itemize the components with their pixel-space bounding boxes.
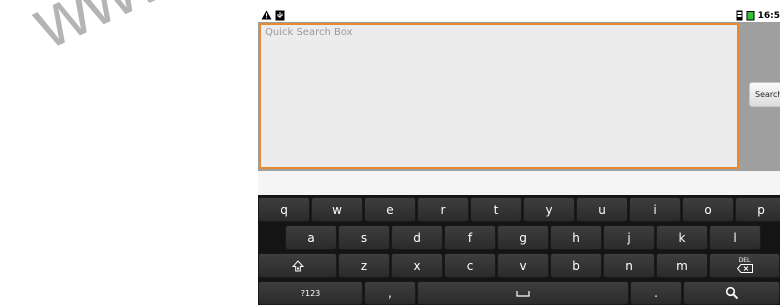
key-k[interactable]: k: [656, 225, 708, 250]
search-button[interactable]: Search: [749, 82, 780, 107]
key-o[interactable]: o: [682, 197, 734, 222]
search-area: [258, 22, 780, 171]
key-n[interactable]: n: [603, 253, 655, 278]
key-z[interactable]: z: [338, 253, 390, 278]
key-q[interactable]: q: [258, 197, 310, 222]
key-d[interactable]: d: [391, 225, 443, 250]
key-e[interactable]: e: [364, 197, 416, 222]
search-key[interactable]: [683, 281, 780, 305]
shift-key[interactable]: [258, 253, 337, 278]
key-m[interactable]: m: [656, 253, 708, 278]
key-j[interactable]: j: [603, 225, 655, 250]
key-u[interactable]: u: [576, 197, 628, 222]
comma-key[interactable]: ,: [364, 281, 416, 305]
key-a[interactable]: a: [285, 225, 337, 250]
shift-icon: [291, 259, 304, 272]
battery-icon: [746, 10, 755, 21]
quick-search-box[interactable]: [259, 23, 739, 169]
key-i[interactable]: i: [629, 197, 681, 222]
delete-key[interactable]: DEL: [709, 253, 780, 278]
status-bar: 16:5: [258, 9, 780, 22]
usb-icon: [275, 10, 285, 21]
key-t[interactable]: t: [470, 197, 522, 222]
key-g[interactable]: g: [497, 225, 549, 250]
key-x[interactable]: x: [391, 253, 443, 278]
watermark: www.w: [20, 0, 250, 65]
key-p[interactable]: p: [735, 197, 780, 222]
key-c[interactable]: c: [444, 253, 496, 278]
key-h[interactable]: h: [550, 225, 602, 250]
key-y[interactable]: y: [523, 197, 575, 222]
symbols-key[interactable]: ?123: [258, 281, 363, 305]
key-f[interactable]: f: [444, 225, 496, 250]
key-l[interactable]: l: [709, 225, 761, 250]
sim-icon: [736, 10, 743, 21]
soft-keyboard: q w e r t y u i o p a s d f g h j k l z …: [258, 195, 780, 305]
search-input[interactable]: [261, 25, 737, 167]
backspace-icon: [736, 264, 753, 273]
status-time: 16:5: [757, 10, 780, 21]
device-screen: 16:5 Search q w e r t y u i o p a s d f …: [258, 9, 780, 305]
key-w[interactable]: w: [311, 197, 363, 222]
space-key[interactable]: [417, 281, 629, 305]
key-s[interactable]: s: [338, 225, 390, 250]
key-v[interactable]: v: [497, 253, 549, 278]
warning-icon: [261, 10, 272, 21]
key-r[interactable]: r: [417, 197, 469, 222]
search-icon: [725, 286, 739, 300]
space-icon: [516, 290, 530, 297]
key-b[interactable]: b: [550, 253, 602, 278]
period-key[interactable]: .: [630, 281, 682, 305]
